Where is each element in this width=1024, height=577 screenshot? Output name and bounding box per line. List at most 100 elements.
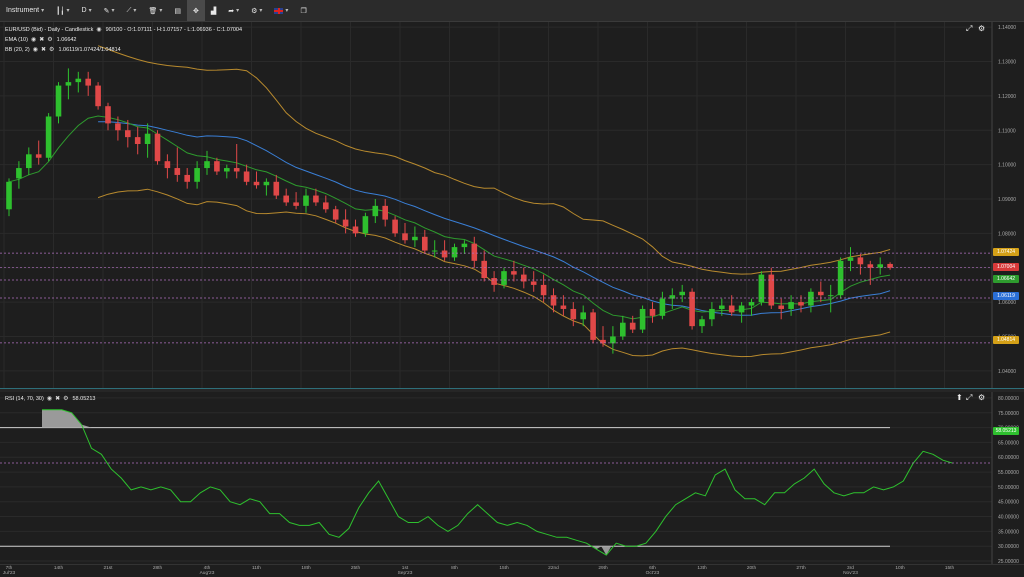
rsi-tick-label: 60.00000	[998, 455, 1019, 461]
gear-icon[interactable]: ⚙	[47, 36, 52, 43]
time-axis-label: 28th	[152, 566, 163, 571]
ema-legend: EMA (10) ◉ ✖ ⚙ 1.06642	[5, 36, 77, 44]
compare-button[interactable]: ▟	[205, 0, 222, 21]
candle-body	[372, 205, 379, 217]
time-axis-label: 18th	[301, 566, 311, 571]
candle-body	[471, 243, 478, 261]
rsi-chart: 80.0000075.0000070.0000065.0000060.00000…	[0, 392, 1019, 565]
candle-body	[481, 260, 487, 279]
time-axis[interactable]: 7th Jul'23 14th 21st 28th 4th Aug'23 11th 18th 25…	[0, 564, 1024, 577]
chevron-down-icon: ▾	[111, 8, 115, 14]
gear-icon[interactable]: ⚙	[49, 46, 54, 53]
candle-body	[55, 85, 62, 117]
candle-body	[422, 236, 428, 251]
candle-body	[887, 263, 893, 268]
eye-icon[interactable]: ◉	[47, 395, 52, 402]
time-axis-label: 29th	[598, 566, 608, 571]
candle-body	[451, 247, 458, 258]
share-icon: ➦	[228, 7, 235, 15]
draw-tools-button[interactable]: ✎ ▾	[98, 0, 121, 21]
price-chart: 1.14000 1.13000 1.12000 1.11000 1.10000 1.090…	[0, 22, 1016, 388]
layout-button[interactable]: ▤	[168, 0, 187, 21]
share-button[interactable]: ➦ ▾	[222, 0, 245, 21]
ema-tag: 1.06642	[993, 275, 1019, 283]
instrument-selector[interactable]: Instrument ▾	[0, 0, 50, 21]
language-button[interactable]: ▾	[268, 0, 294, 21]
expand-icon[interactable]: ⤢	[966, 24, 972, 34]
candle-body	[748, 302, 755, 306]
candle-body	[273, 181, 280, 196]
candle-body	[352, 226, 359, 234]
candle-body	[649, 308, 656, 316]
close-icon[interactable]: ✖	[39, 36, 44, 43]
eye-icon[interactable]: ◉	[96, 26, 101, 33]
rsi-tick-label: 30.00000	[998, 544, 1019, 550]
candle-body	[342, 219, 349, 227]
chart-type-button[interactable]: ┃╽ ▾	[50, 0, 75, 21]
candle-body	[709, 308, 715, 320]
candle-body	[827, 295, 834, 297]
settings-icon[interactable]: ⚙	[978, 393, 985, 402]
candle-body	[243, 171, 250, 182]
close-icon[interactable]: ✖	[55, 395, 60, 402]
price-tick-label: 1.09000	[998, 197, 1016, 203]
trash-icon: 🗑	[148, 7, 158, 15]
candle-body	[629, 322, 636, 330]
period-selector[interactable]: D ▾	[76, 0, 98, 21]
eye-icon[interactable]: ◉	[33, 46, 38, 53]
candle-body	[511, 271, 517, 275]
candle-body	[808, 291, 814, 306]
candle-body	[65, 82, 72, 86]
rsi-line	[42, 409, 953, 556]
time-axis-label: 14th	[53, 566, 64, 571]
popout-button[interactable]: ❐	[294, 0, 312, 21]
chart-toolbar: Instrument ▾ ┃╽ ▾ D ▾ ✎ ▾ ⟋ ▾ 🗑 ▾ ▤ ✥ ▟ ➦ ▾ ⚙ ▾ …	[0, 0, 1024, 22]
candle-body	[125, 130, 131, 138]
rsi-label: RSI (14, 70, 30)	[5, 395, 44, 402]
rsi-panel[interactable]: 80.0000075.0000070.0000065.0000060.00000…	[0, 392, 1024, 565]
settings-icon[interactable]: ⚙	[978, 24, 985, 33]
candle-body	[6, 181, 12, 210]
rsi-tag: 58.05213	[993, 427, 1019, 435]
price-tick-label: 1.06000	[998, 300, 1016, 306]
chevron-down-icon: ▾	[133, 8, 137, 14]
candle-body	[610, 336, 616, 344]
chevron-down-icon: ▾	[159, 8, 163, 14]
rsi-tick-label: 50.00000	[998, 485, 1019, 491]
chevron-down-icon: ▾	[41, 8, 45, 14]
candle-body	[857, 257, 864, 265]
candlestick-icon: ┃╽	[56, 7, 65, 15]
close-icon[interactable]: ✖	[41, 46, 46, 53]
candle-body	[402, 233, 408, 241]
candle-body	[530, 281, 537, 285]
bb-mid-tag: 1.06119	[993, 292, 1019, 300]
crosshair-button[interactable]: ✥	[186, 0, 205, 21]
candle-body	[570, 308, 577, 320]
legend-instrument: EUR/USD (Bid) - Daily - Candlestick	[5, 26, 94, 33]
candle-body	[491, 278, 497, 285]
studies-button[interactable]: ⟋ ▾	[121, 0, 143, 21]
candle-body	[233, 168, 240, 172]
settings-button[interactable]: ⚙ ▾	[245, 0, 268, 21]
candle-body	[16, 168, 22, 179]
instrument-label: Instrument	[6, 7, 40, 14]
candle-body	[154, 133, 161, 162]
price-chart-panel[interactable]: 1.14000 1.13000 1.12000 1.11000 1.10000 1.090…	[0, 22, 1024, 388]
move-up-icon[interactable]: ⬆	[956, 393, 963, 402]
expand-icon[interactable]: ⤢	[966, 393, 972, 403]
gear-icon[interactable]: ⚙	[63, 395, 68, 402]
popout-icon: ❐	[300, 7, 307, 15]
candle-body	[392, 219, 398, 234]
time-axis-label: 10th	[895, 566, 905, 571]
candle-body	[214, 161, 220, 172]
chevron-down-icon: ▾	[236, 8, 240, 14]
candle-body	[105, 106, 111, 124]
candle-body	[35, 154, 42, 158]
eye-icon[interactable]: ◉	[31, 36, 36, 43]
price-tick-label: 1.04000	[998, 369, 1016, 375]
candle-body	[768, 274, 775, 306]
rsi-tick-label: 35.00000	[998, 529, 1019, 535]
gear-icon: ⚙	[251, 7, 258, 15]
delete-button[interactable]: 🗑 ▾	[142, 0, 168, 21]
time-axis-label: 15th	[499, 566, 509, 571]
